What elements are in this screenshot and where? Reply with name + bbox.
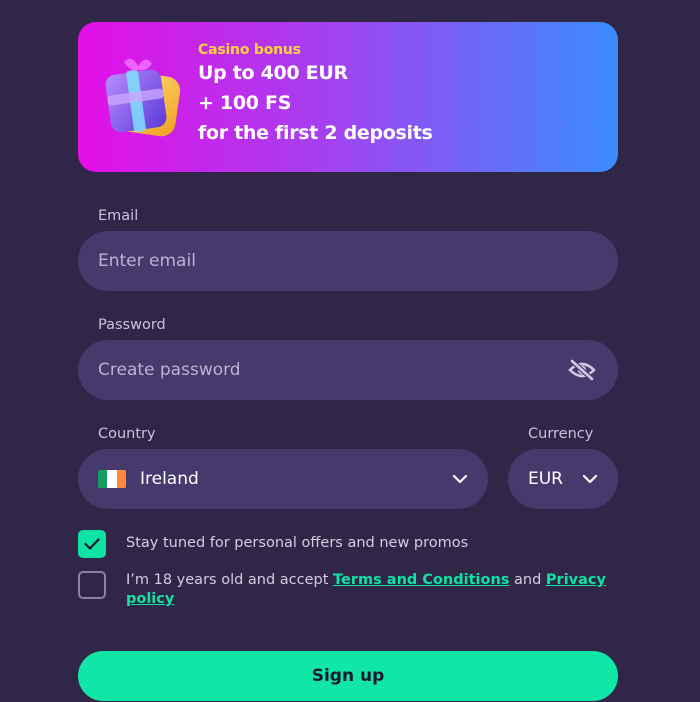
country-select[interactable]: Ireland: [78, 449, 488, 509]
terms-option: I’m 18 years old and accept Terms and Co…: [78, 571, 618, 609]
promos-text: Stay tuned for personal offers and new p…: [126, 535, 469, 551]
bonus-condition: for the first 2 deposits: [198, 122, 433, 144]
password-placeholder: Create password: [98, 360, 241, 380]
bonus-amount: Up to 400 EUR: [198, 62, 348, 84]
currency-label: Currency: [528, 426, 594, 442]
promos-option: Stay tuned for personal offers and new p…: [78, 530, 618, 558]
eye-slash-icon[interactable]: [568, 359, 596, 381]
country-label: Country: [98, 426, 156, 442]
currency-value: EUR: [528, 469, 563, 489]
password-label: Password: [98, 317, 166, 333]
email-field[interactable]: Enter email: [78, 231, 618, 291]
bonus-free-spins: + 100 FS: [198, 92, 292, 114]
terms-text: I’m 18 years old and accept Terms and Co…: [126, 572, 606, 607]
terms-link[interactable]: Terms and Conditions: [333, 572, 509, 588]
terms-checkbox[interactable]: [78, 571, 106, 599]
bonus-kicker: Casino bonus: [198, 42, 301, 58]
email-label: Email: [98, 208, 139, 224]
bonus-banner: Casino bonus Up to 400 EUR + 100 FS for …: [78, 22, 618, 172]
checkmark-icon: [84, 538, 100, 550]
ireland-flag-icon: [98, 470, 126, 488]
currency-select[interactable]: EUR: [508, 449, 618, 509]
country-value: Ireland: [140, 469, 199, 489]
email-placeholder: Enter email: [98, 251, 196, 271]
password-field[interactable]: Create password: [78, 340, 618, 400]
promos-checkbox[interactable]: [78, 530, 106, 558]
signup-button[interactable]: Sign up: [78, 651, 618, 701]
gift-box-icon: [105, 58, 181, 137]
chevron-down-icon: [452, 474, 468, 484]
signup-form: Casino bonus Up to 400 EUR + 100 FS for …: [78, 22, 618, 701]
chevron-down-icon: [582, 474, 598, 484]
